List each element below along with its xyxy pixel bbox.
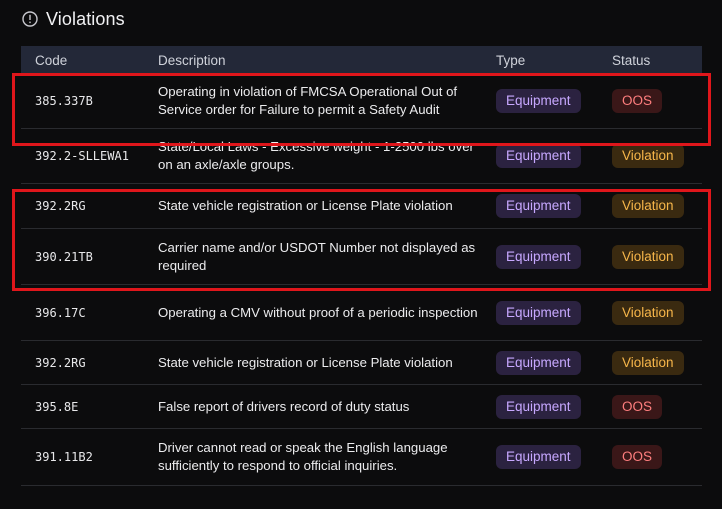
row-status: Violation	[612, 285, 684, 340]
row-code: 392.2RG	[35, 355, 86, 370]
table-row[interactable]: 396.17C Operating a CMV without proof of…	[21, 285, 702, 341]
status-badge: Violation	[612, 194, 684, 218]
table-body: 385.337B Operating in violation of FMCSA…	[21, 74, 702, 486]
row-status: Violation	[612, 184, 684, 228]
row-code: 395.8E	[35, 399, 79, 414]
type-badge: Equipment	[496, 350, 581, 375]
header-status: Status	[612, 52, 651, 68]
row-description: Driver cannot read or speak the English …	[158, 440, 448, 473]
row-type: Equipment	[496, 184, 581, 228]
row-description: Carrier name and/or USDOT Number not dis…	[158, 239, 476, 273]
table-row[interactable]: 391.11B2 Driver cannot read or speak the…	[21, 429, 702, 486]
row-status: OOS	[612, 385, 663, 428]
row-type: Equipment	[496, 129, 581, 183]
table-row[interactable]: 392.2-SLLEWA1 State/Local Laws - Excessi…	[21, 129, 702, 184]
row-status: Violation	[612, 229, 684, 284]
row-status: Violation	[612, 129, 684, 183]
row-code: 385.337B	[35, 94, 93, 108]
type-badge: Equipment	[496, 394, 581, 419]
row-code: 392.2-SLLEWA1	[35, 149, 129, 163]
status-badge: Violation	[612, 244, 684, 269]
table-row[interactable]: 390.21TB Carrier name and/or USDOT Numbe…	[21, 229, 702, 285]
header-type: Type	[496, 52, 526, 68]
row-code: 390.21TB	[35, 249, 93, 264]
table-row[interactable]: 392.2RG State vehicle registration or Li…	[21, 341, 702, 385]
type-badge: Equipment	[496, 244, 581, 269]
status-badge: Violation	[612, 300, 684, 325]
status-badge: OOS	[612, 89, 663, 113]
type-badge: Equipment	[496, 89, 581, 113]
violations-panel: Violations Code Description Type Status …	[0, 0, 722, 509]
status-badge: OOS	[612, 394, 663, 419]
row-type: Equipment	[496, 385, 581, 428]
table-row[interactable]: 392.2RG State vehicle registration or Li…	[21, 184, 702, 229]
row-type: Equipment	[496, 229, 581, 284]
table-row[interactable]: 395.8E False report of drivers record of…	[21, 385, 702, 429]
row-type: Equipment	[496, 285, 581, 340]
row-status: OOS	[612, 74, 663, 128]
header-description: Description	[158, 52, 226, 68]
row-code: 391.11B2	[35, 450, 93, 464]
row-description: State/Local Laws - Excessive weight - 1-…	[158, 139, 474, 172]
table-row[interactable]: 385.337B Operating in violation of FMCSA…	[21, 74, 702, 129]
row-status: OOS	[612, 429, 663, 485]
status-badge: Violation	[612, 144, 684, 168]
type-badge: Equipment	[496, 194, 581, 218]
row-status: Violation	[612, 341, 684, 384]
status-badge: Violation	[612, 350, 684, 375]
row-description: Operating a CMV without proof of a perio…	[158, 304, 478, 320]
type-badge: Equipment	[496, 144, 581, 168]
table-header: Code Description Type Status	[21, 46, 702, 74]
status-badge: OOS	[612, 445, 663, 469]
row-type: Equipment	[496, 74, 581, 128]
violations-table: Code Description Type Status 385.337B Op…	[21, 46, 702, 486]
row-type: Equipment	[496, 429, 581, 485]
info-circle-icon	[22, 11, 38, 27]
row-type: Equipment	[496, 341, 581, 384]
row-code: 392.2RG	[35, 199, 86, 213]
row-description: State vehicle registration or License Pl…	[158, 198, 453, 213]
section-title: Violations	[46, 8, 125, 29]
type-badge: Equipment	[496, 445, 581, 469]
row-description: False report of drivers record of duty s…	[158, 398, 410, 414]
header-code: Code	[35, 52, 68, 68]
type-badge: Equipment	[496, 300, 581, 325]
row-description: State vehicle registration or License Pl…	[158, 354, 453, 370]
section-header: Violations	[22, 8, 125, 30]
row-code: 396.17C	[35, 305, 86, 320]
row-description: Operating in violation of FMCSA Operatio…	[158, 84, 458, 117]
